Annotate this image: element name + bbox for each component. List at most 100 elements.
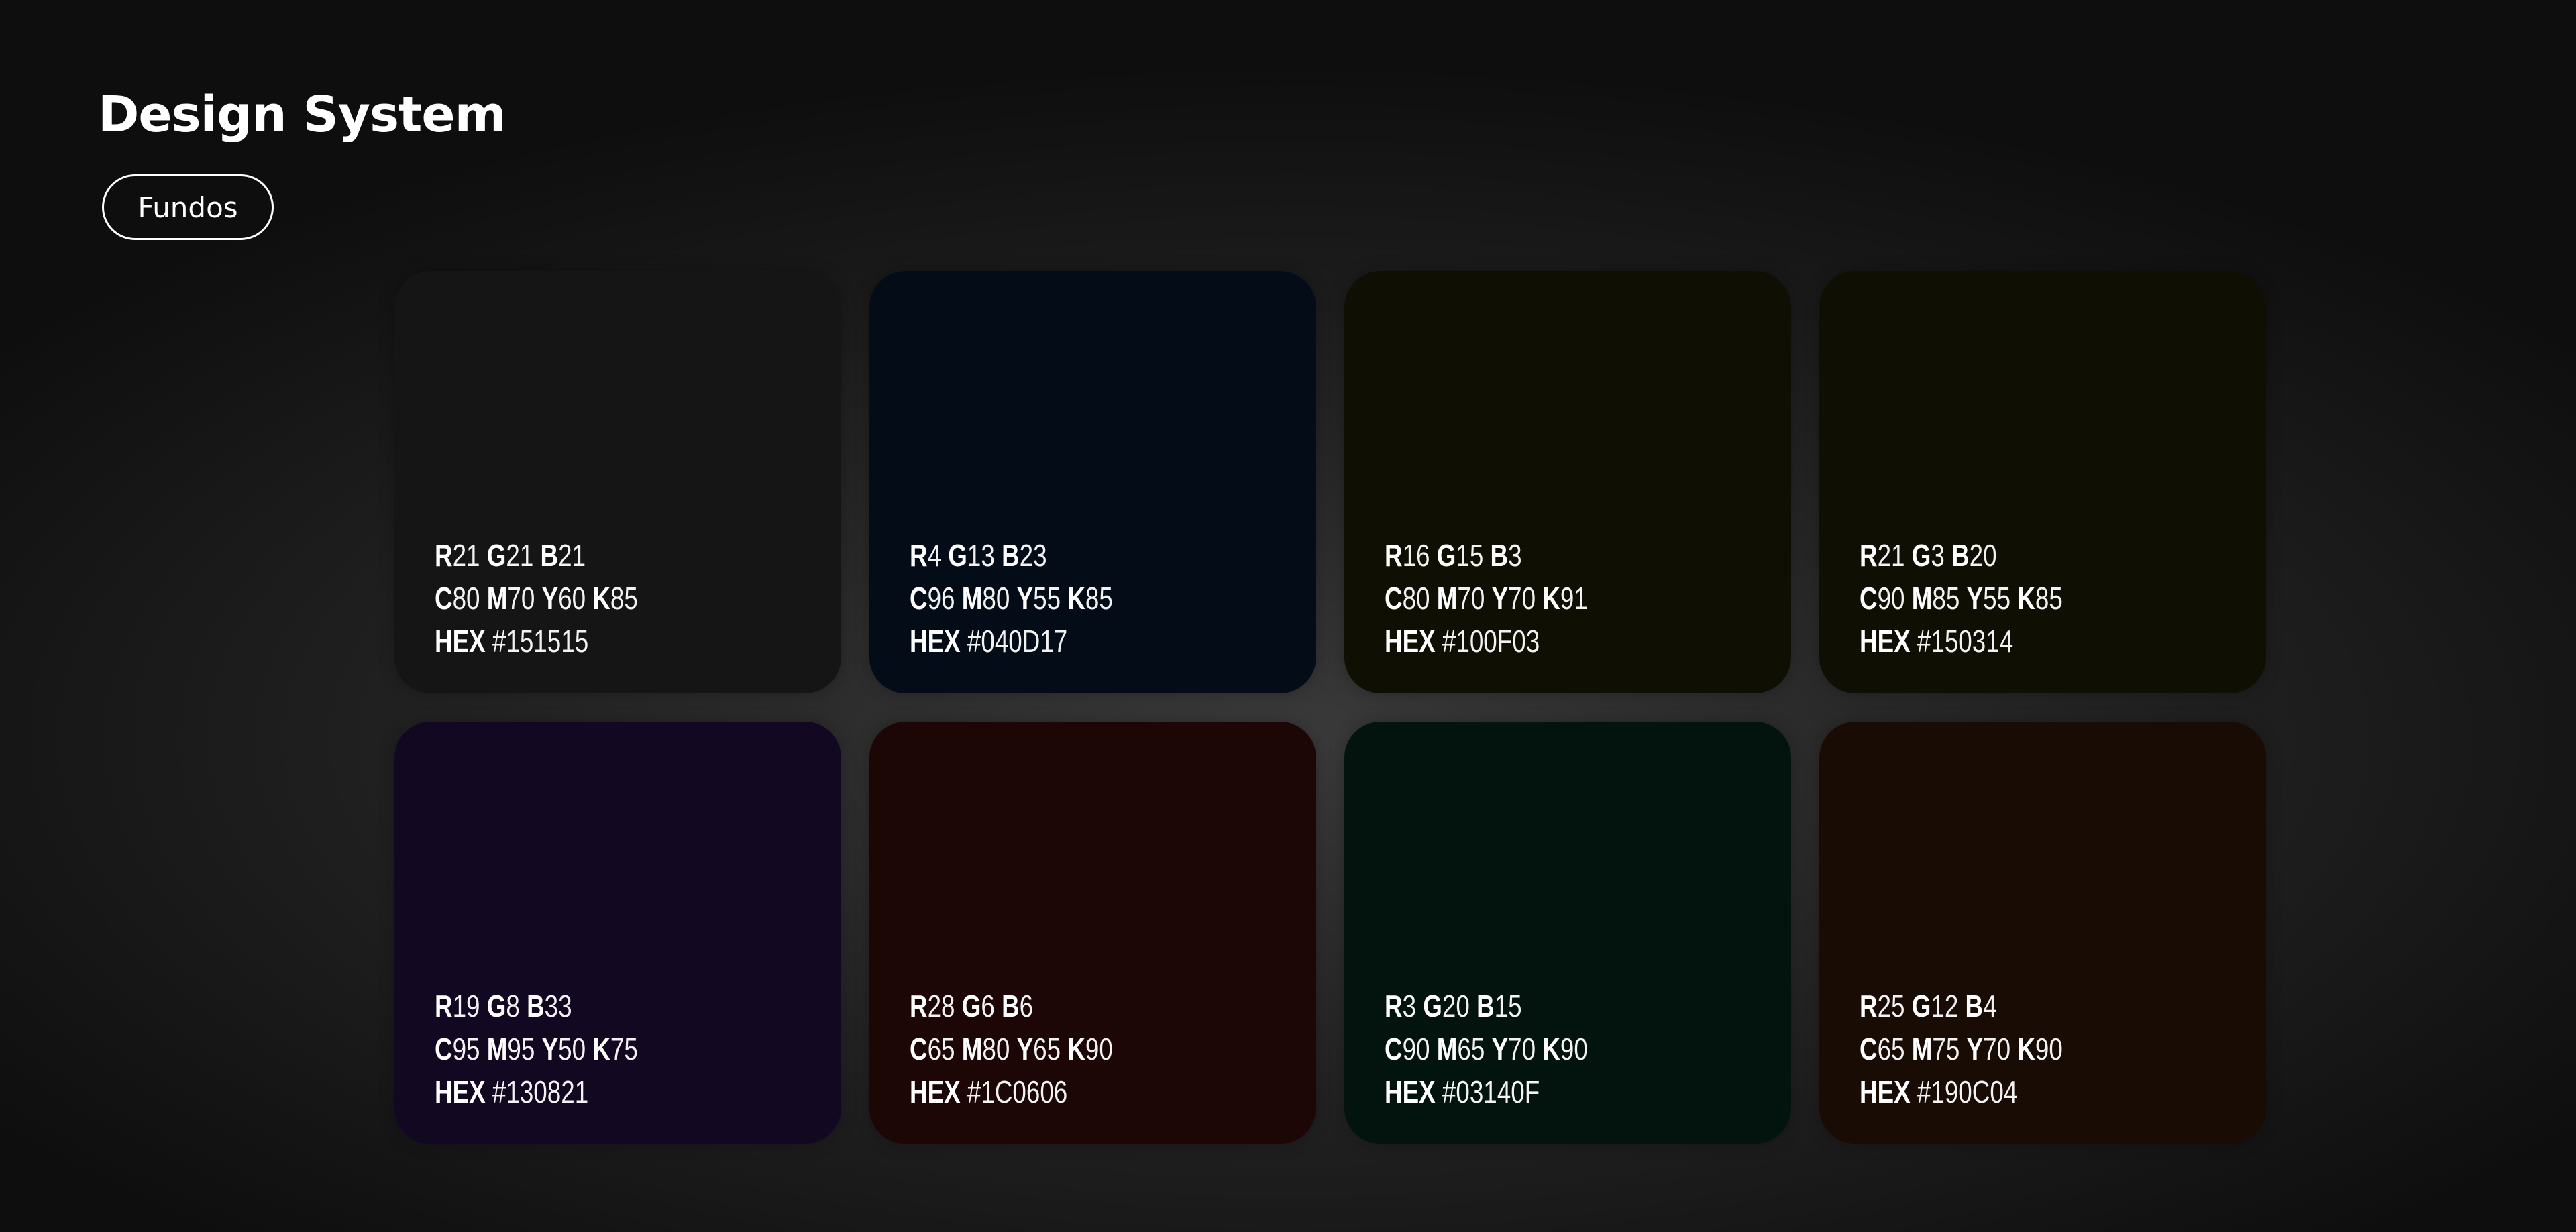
rgb-line: R21 G3 B20 [1860,534,2063,577]
category-tag-fundos[interactable]: Fundos [102,174,274,240]
hex-line: HEX #130821 [435,1070,638,1113]
y-label: Y [1491,581,1509,616]
hex-line: HEX #1C0606 [910,1070,1113,1113]
color-swatch-6: R28 G6 B6 C65 M80 Y65 K90 HEX #1C0606 [869,722,1316,1144]
k-label: K [1542,581,1560,616]
r-label: R [910,989,928,1023]
rgb-line: R21 G21 B21 [435,534,638,577]
color-swatch-7: R3 G20 B15 C90 M65 Y70 K90 HEX #03140F [1344,722,1791,1144]
k-label: K [2017,1031,2035,1066]
r-value: 28 [927,989,955,1023]
color-swatch-2: R4 G13 B23 C96 M80 Y55 K85 HEX #040D17 [869,271,1316,693]
c-label: C [1385,581,1403,616]
c-value: 80 [1402,581,1430,616]
cmyk-line: C90 M65 Y70 K90 [1385,1027,1588,1070]
m-value: 80 [982,1031,1010,1066]
g-value: 12 [1931,989,1959,1023]
hex-value: #150314 [1917,624,2014,659]
y-label: Y [1966,1031,1984,1066]
cmyk-line: C90 M85 Y55 K85 [1860,577,2063,620]
y-label: Y [541,581,559,616]
k-label: K [2017,581,2035,616]
m-value: 70 [507,581,535,616]
hex-value: #03140F [1442,1074,1540,1109]
m-value: 80 [982,581,1010,616]
hex-value: #040D17 [967,624,1068,659]
m-value: 70 [1457,581,1485,616]
m-label: M [1436,581,1458,616]
y-value: 70 [1983,1031,2011,1066]
swatch-info: R21 G21 B21 C80 M70 Y60 K85 HEX #151515 [435,534,638,663]
swatch-info: R19 G8 B33 C95 M95 Y50 K75 HEX #130821 [435,985,638,1113]
rgb-line: R28 G6 B6 [910,985,1113,1027]
c-value: 95 [452,1031,480,1066]
hex-value: #151515 [492,624,589,659]
k-label: K [592,581,610,616]
r-label: R [910,538,928,573]
b-label: B [1002,989,1020,1023]
k-value: 85 [2035,581,2063,616]
g-label: G [1911,989,1931,1023]
hex-label: HEX [1385,1074,1436,1109]
y-value: 50 [558,1031,586,1066]
y-value: 70 [1508,581,1536,616]
swatch-info: R16 G15 B3 C80 M70 Y70 K91 HEX #100F03 [1385,534,1588,663]
m-value: 65 [1457,1031,1485,1066]
hex-value: #1C0606 [967,1074,1068,1109]
k-label: K [1067,1031,1085,1066]
k-value: 85 [1085,581,1113,616]
y-value: 60 [558,581,586,616]
b-label: B [1477,989,1495,1023]
y-label: Y [1491,1031,1509,1066]
swatch-info: R21 G3 B20 C90 M85 Y55 K85 HEX #150314 [1860,534,2063,663]
b-label: B [1002,538,1020,573]
y-value: 65 [1033,1031,1061,1066]
hex-label: HEX [435,1074,486,1109]
hex-line: HEX #03140F [1385,1070,1588,1113]
b-value: 20 [1969,538,1997,573]
hex-label: HEX [910,1074,961,1109]
rgb-line: R3 G20 B15 [1385,985,1588,1027]
hex-line: HEX #100F03 [1385,620,1588,663]
k-value: 90 [1085,1031,1113,1066]
b-value: 15 [1494,989,1522,1023]
cmyk-line: C96 M80 Y55 K85 [910,577,1113,620]
category-tag-label: Fundos [138,190,238,224]
k-value: 75 [610,1031,638,1066]
m-label: M [1911,581,1933,616]
hex-value: #190C04 [1917,1074,2018,1109]
b-label: B [527,989,545,1023]
b-label: B [1951,538,1970,573]
page-title: Design System [98,86,506,144]
m-label: M [1911,1031,1933,1066]
g-label: G [961,989,981,1023]
k-value: 91 [1560,581,1588,616]
c-label: C [1860,581,1878,616]
g-label: G [1911,538,1931,573]
g-label: G [486,989,506,1023]
g-value: 20 [1442,989,1470,1023]
r-label: R [1385,989,1403,1023]
r-value: 19 [452,989,480,1023]
k-label: K [1542,1031,1560,1066]
rgb-line: R25 G12 B4 [1860,985,2063,1027]
hex-label: HEX [1860,1074,1911,1109]
g-label: G [486,538,506,573]
c-value: 65 [1877,1031,1905,1066]
color-swatch-3: R16 G15 B3 C80 M70 Y70 K91 HEX #100F03 [1344,271,1791,693]
color-swatch-1: R21 G21 B21 C80 M70 Y60 K85 HEX #151515 [394,271,841,693]
hex-line: HEX #150314 [1860,620,2063,663]
swatch-info: R3 G20 B15 C90 M65 Y70 K90 HEX #03140F [1385,985,1588,1113]
b-value: 21 [558,538,586,573]
cmyk-line: C65 M80 Y65 K90 [910,1027,1113,1070]
cmyk-line: C80 M70 Y70 K91 [1385,577,1588,620]
c-label: C [435,1031,453,1066]
color-swatch-8: R25 G12 B4 C65 M75 Y70 K90 HEX #190C04 [1819,722,2266,1144]
r-value: 16 [1402,538,1430,573]
y-label: Y [1966,581,1984,616]
r-value: 25 [1877,989,1905,1023]
y-value: 55 [1983,581,2011,616]
hex-line: HEX #151515 [435,620,638,663]
hex-value: #130821 [492,1074,589,1109]
b-label: B [1490,538,1509,573]
